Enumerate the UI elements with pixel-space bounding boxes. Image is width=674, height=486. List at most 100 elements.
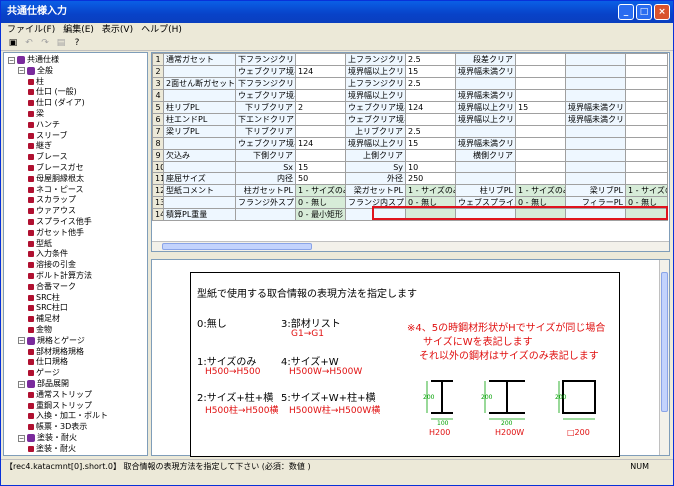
menu-file[interactable]: ファイル(F) <box>3 23 59 37</box>
grid-value-cell[interactable] <box>625 65 668 78</box>
grid-value-cell[interactable] <box>625 113 668 126</box>
grid-value-cell[interactable]: 2.5 <box>405 77 456 90</box>
grid-value-cell[interactable] <box>515 137 566 150</box>
tree-item[interactable]: 入換・加工・ボルト <box>28 411 108 421</box>
grid-value-cell[interactable]: 2.5 <box>405 125 456 138</box>
tree-item[interactable]: SRC柱口 <box>28 303 68 313</box>
grid-value-cell[interactable]: 15 <box>405 65 456 78</box>
grid-value-cell[interactable]: 15 <box>515 101 566 114</box>
close-button[interactable]: × <box>654 4 670 20</box>
tree-expander-icon[interactable]: − <box>18 337 25 345</box>
tree-item[interactable]: − 全般 <box>18 66 53 76</box>
grid-value-cell[interactable] <box>625 77 668 90</box>
grid-value-cell[interactable] <box>295 77 346 90</box>
grid-value-cell[interactable] <box>515 149 566 162</box>
maximize-button[interactable]: □ <box>636 4 652 20</box>
grid-value-cell[interactable] <box>625 53 668 66</box>
grid-value-cell[interactable] <box>625 101 668 114</box>
tree-item[interactable]: スリーブ <box>28 131 68 141</box>
grid-value-cell[interactable] <box>515 113 566 126</box>
grid-value-cell[interactable] <box>625 125 668 138</box>
tree-expander-icon[interactable]: − <box>8 56 15 64</box>
print-icon[interactable]: ▤ <box>55 38 67 49</box>
grid-value-cell[interactable]: 15 <box>295 161 346 173</box>
grid-value-cell[interactable] <box>405 89 456 102</box>
minimize-button[interactable]: _ <box>618 4 634 20</box>
settings-tree[interactable]: − 共通仕様 − 全般柱仕口 (一般) 仕口 (ダイア) 梁ハンチ スリーブ 継ぎ ブレース ブレ… <box>3 52 148 456</box>
tree-item[interactable]: 金物 <box>28 325 52 335</box>
grid-value-cell[interactable] <box>515 172 566 185</box>
grid-value-cell[interactable] <box>295 89 346 102</box>
grid-value-cell[interactable] <box>625 172 668 185</box>
tree-item[interactable]: 合番マーク <box>28 282 76 292</box>
grid-value-cell[interactable] <box>295 125 346 138</box>
tree-item[interactable]: − 共通仕様 <box>8 55 59 65</box>
grid-value-cell[interactable] <box>295 53 346 66</box>
tree-item[interactable]: 重鋼ストリップ <box>28 401 92 411</box>
grid-value-cell[interactable] <box>515 89 566 102</box>
grid-value-cell[interactable] <box>625 137 668 150</box>
grid-value-cell[interactable]: 2.5 <box>405 53 456 66</box>
grid-value-cell[interactable] <box>515 77 566 90</box>
tree-item[interactable]: 仕口 (一般) <box>28 87 77 97</box>
tree-item[interactable]: − 規格とゲージ <box>18 336 85 346</box>
tree-item[interactable]: ブレース <box>28 152 68 162</box>
tree-item[interactable]: ガセット他手 <box>28 228 84 238</box>
grid-value-cell[interactable] <box>515 125 566 138</box>
grid-value-cell[interactable]: 1 - サイズのみ <box>295 184 346 197</box>
grid-value-cell[interactable]: 50 <box>295 172 346 185</box>
grid-value-cell[interactable]: 0 - 最小矩形 <box>295 208 346 221</box>
grid-value-cell[interactable]: 1 - サイズのみ <box>515 184 566 197</box>
tree-item[interactable]: ブレースガセ <box>28 163 84 173</box>
tree-item[interactable]: − 部品展開 <box>18 379 69 389</box>
grid-value-cell[interactable]: 0 - 無し <box>295 196 346 209</box>
tree-item[interactable]: 補足材 <box>28 314 60 324</box>
tree-item[interactable]: ウァアウス <box>28 206 76 216</box>
tree-item[interactable]: 通常ストリップ <box>28 390 92 400</box>
vertical-scrollbar[interactable] <box>659 260 669 455</box>
tree-item[interactable]: 型紙 <box>28 239 52 249</box>
save-icon[interactable]: ▣ <box>7 38 19 49</box>
grid-value-cell[interactable] <box>515 53 566 66</box>
grid-value-cell[interactable]: 124 <box>295 65 346 78</box>
tree-item[interactable]: 柱 <box>28 77 44 87</box>
tree-item[interactable]: − 塗装・耐火 <box>18 433 77 443</box>
tree-item[interactable]: ボルト計算方法 <box>28 271 92 281</box>
tree-item[interactable]: 部材規格規格 <box>28 347 84 357</box>
tree-item[interactable]: 入力条件 <box>28 249 68 259</box>
grid-value-cell[interactable] <box>295 113 346 126</box>
tree-item[interactable]: ネコ・ピース <box>28 185 83 195</box>
grid-value-cell[interactable]: 124 <box>405 101 456 114</box>
tree-item[interactable]: 母屋胴縁根太 <box>28 174 84 184</box>
horizontal-scrollbar[interactable] <box>152 241 669 251</box>
tree-item[interactable]: ゲージ <box>28 368 60 378</box>
tree-item[interactable]: 梁 <box>28 109 44 119</box>
grid-value-cell[interactable] <box>625 161 668 173</box>
tree-item[interactable]: スカラップ <box>28 195 76 205</box>
tree-item[interactable]: 仕口規格 <box>28 357 68 367</box>
tree-item[interactable]: 帳票・3D表示 <box>28 422 87 432</box>
grid-value-cell[interactable] <box>625 89 668 102</box>
tree-item[interactable]: 溶接の引金 <box>28 260 76 270</box>
grid-value-cell[interactable] <box>515 161 566 173</box>
grid-value-cell[interactable]: 250 <box>405 172 456 185</box>
tree-expander-icon[interactable]: − <box>18 380 25 388</box>
tree-item[interactable]: SRC柱 <box>28 293 60 303</box>
grid-value-cell[interactable]: 15 <box>405 137 456 150</box>
tree-expander-icon[interactable]: − <box>18 67 25 75</box>
tree-item[interactable]: ハンチ <box>28 120 60 130</box>
tree-item[interactable]: スプライス他手 <box>28 217 92 227</box>
grid-value-cell[interactable] <box>405 149 456 162</box>
menu-edit[interactable]: 編集(E) <box>59 23 98 37</box>
settings-grid[interactable]: 1通常ガセット下フランジクリア上フランジクリア2.5段差クリア2ウェブクリア境界… <box>151 52 670 252</box>
menu-help[interactable]: ヘルプ(H) <box>137 23 186 37</box>
menu-view[interactable]: 表示(V) <box>98 23 137 37</box>
grid-value-cell[interactable]: 1 - サイズのみ <box>625 184 668 197</box>
grid-value-cell[interactable]: 2 <box>295 101 346 114</box>
tree-item[interactable]: 継ぎ <box>28 141 52 151</box>
tree-expander-icon[interactable]: − <box>18 434 25 442</box>
tree-item[interactable]: 塗装・耐火 <box>28 444 76 454</box>
redo-icon[interactable]: ↷ <box>39 38 51 49</box>
grid-value-cell[interactable]: 1 - サイズのみ <box>405 184 456 197</box>
help-icon[interactable]: ? <box>71 38 83 49</box>
